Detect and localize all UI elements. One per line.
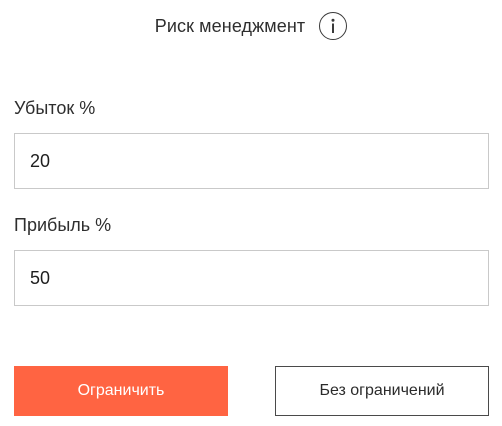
loss-label: Убыток % [14, 98, 96, 118]
loss-input[interactable] [30, 150, 488, 172]
no-limit-button[interactable]: Без ограничений [275, 366, 489, 416]
loss-field[interactable] [14, 133, 489, 189]
profit-input[interactable] [30, 267, 488, 289]
info-icon[interactable] [319, 12, 348, 40]
profit-label: Прибыль % [14, 215, 112, 235]
page-title: Риск менеджмент [154, 15, 306, 36]
header: Риск менеджмент [0, 8, 502, 44]
profit-field[interactable] [14, 250, 489, 306]
limit-button[interactable]: Ограничить [14, 366, 228, 416]
info-glyph [331, 18, 335, 33]
